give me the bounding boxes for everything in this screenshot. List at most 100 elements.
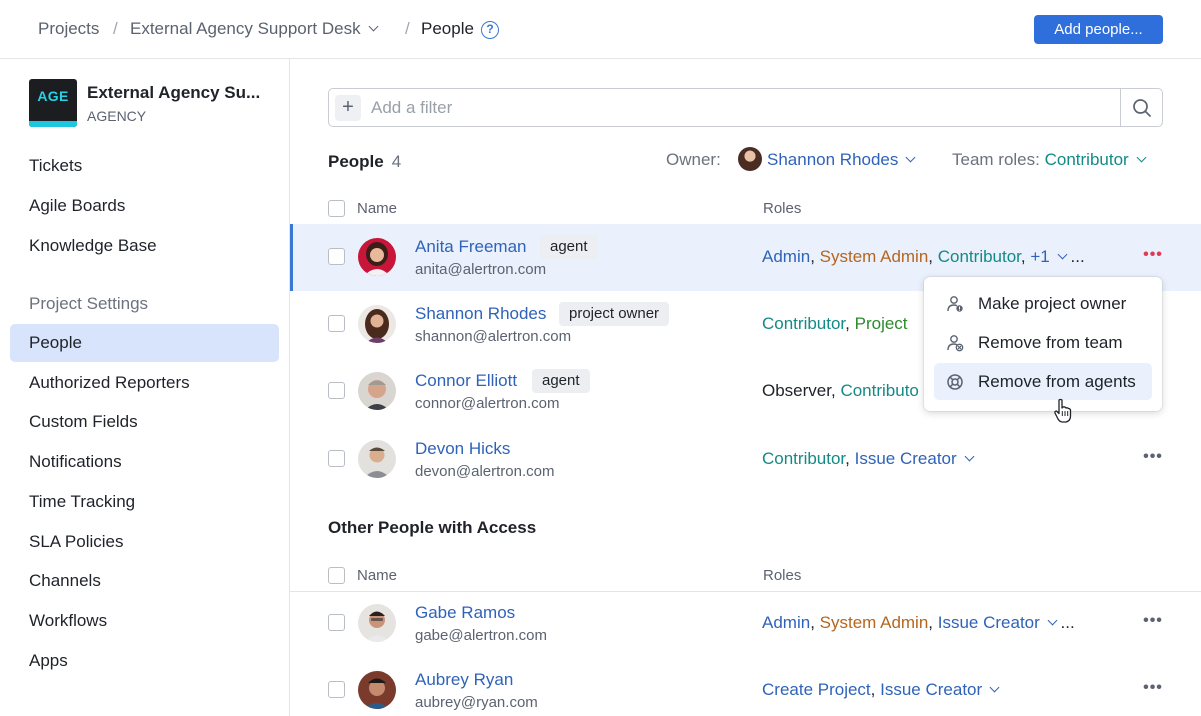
menu-item-make-project-owner[interactable]: Make project owner bbox=[934, 285, 1152, 322]
table-row[interactable]: Devon Hicks devon@alertron.com Contribut… bbox=[290, 426, 1201, 493]
avatar bbox=[358, 440, 396, 478]
search-button[interactable] bbox=[1120, 89, 1162, 126]
person-name-link[interactable]: Anita Freeman bbox=[415, 237, 527, 257]
menu-item-label: Remove from agents bbox=[978, 372, 1136, 391]
row-actions-menu: Make project owner Remove from team Remo… bbox=[924, 277, 1162, 411]
role-system-admin: System Admin bbox=[819, 247, 929, 266]
roles-dropdown[interactable]: Create Project, Issue Creator bbox=[762, 680, 1000, 700]
sidebar-item-custom-fields[interactable]: Custom Fields bbox=[10, 403, 279, 441]
add-filter-plus-icon[interactable]: + bbox=[335, 95, 361, 121]
people-section-title: People 4 bbox=[328, 152, 401, 172]
role-separator: , bbox=[810, 247, 820, 266]
sidebar-item-people[interactable]: People bbox=[10, 324, 279, 362]
row-checkbox[interactable] bbox=[328, 382, 345, 399]
roles-dropdown[interactable]: Observer, Contributo bbox=[762, 381, 919, 401]
chevron-down-icon bbox=[1136, 152, 1147, 163]
role-admin: Admin bbox=[762, 247, 811, 266]
row-menu-icon[interactable]: ••• bbox=[1142, 448, 1164, 470]
hand-cursor-icon bbox=[1054, 398, 1072, 423]
person-email: shannon@alertron.com bbox=[415, 328, 572, 345]
person-email: connor@alertron.com bbox=[415, 395, 560, 412]
project-name[interactable]: External Agency Su... bbox=[87, 83, 260, 103]
roles-dropdown[interactable]: Contributor, Project bbox=[762, 314, 908, 334]
person-email: devon@alertron.com bbox=[415, 463, 555, 480]
sidebar-item-workflows[interactable]: Workflows bbox=[10, 602, 279, 640]
avatar bbox=[738, 147, 762, 171]
roles-dropdown[interactable]: Admin, System Admin, Contributor, +1 ... bbox=[762, 247, 1085, 267]
roles-dropdown[interactable]: Admin, System Admin, Issue Creator ... bbox=[762, 613, 1075, 633]
role-admin: Admin bbox=[762, 613, 811, 632]
sidebar-item-time-tracking[interactable]: Time Tracking bbox=[10, 483, 279, 521]
role-more-count: +1 bbox=[1030, 247, 1050, 266]
avatar bbox=[358, 372, 396, 410]
row-checkbox[interactable] bbox=[328, 315, 345, 332]
role-separator: , bbox=[810, 613, 820, 632]
project-logo: AGE bbox=[29, 79, 77, 127]
user-owner-icon bbox=[947, 296, 963, 312]
sidebar-item-apps[interactable]: Apps bbox=[10, 642, 279, 680]
sidebar-item-authorized-reporters[interactable]: Authorized Reporters bbox=[10, 364, 279, 402]
person-name-link[interactable]: Connor Elliott bbox=[415, 371, 517, 391]
row-menu-icon[interactable]: ••• bbox=[1142, 246, 1164, 268]
top-bar: Projects / External Agency Support Desk … bbox=[0, 0, 1201, 59]
people-title: People bbox=[328, 152, 384, 171]
select-all-checkbox[interactable] bbox=[328, 200, 345, 217]
user-remove-icon bbox=[947, 335, 964, 352]
person-name-link[interactable]: Shannon Rhodes bbox=[415, 304, 546, 324]
role-contributor: Contributor bbox=[937, 247, 1021, 266]
role-system-admin: System Admin bbox=[819, 613, 929, 632]
filter-bar: + bbox=[328, 88, 1163, 127]
sidebar-item-knowledge-base[interactable]: Knowledge Base bbox=[10, 227, 279, 265]
search-icon bbox=[1133, 99, 1151, 117]
team-roles-dropdown[interactable]: Team roles: Contributor bbox=[952, 150, 1147, 170]
other-people-title: Other People with Access bbox=[328, 518, 537, 537]
filter-input[interactable] bbox=[371, 97, 1111, 119]
chevron-down-icon bbox=[1047, 615, 1058, 626]
help-icon[interactable]: ? bbox=[481, 21, 499, 39]
owner-dropdown[interactable]: Shannon Rhodes bbox=[767, 150, 916, 170]
role-separator: , bbox=[1020, 247, 1031, 266]
add-people-button[interactable]: Add people... bbox=[1034, 15, 1163, 44]
column-name: Name bbox=[357, 200, 398, 217]
person-name-link[interactable]: Aubrey Ryan bbox=[415, 670, 513, 690]
chevron-down-icon bbox=[989, 682, 1000, 693]
chevron-down-icon bbox=[1057, 249, 1068, 260]
row-menu-icon[interactable]: ••• bbox=[1142, 679, 1164, 701]
role-separator: , bbox=[870, 680, 881, 699]
sidebar-item-agile-boards[interactable]: Agile Boards bbox=[10, 187, 279, 225]
breadcrumb-project[interactable]: External Agency Support Desk bbox=[130, 19, 379, 39]
menu-item-label: Make project owner bbox=[978, 294, 1127, 313]
sidebar-item-sla-policies[interactable]: SLA Policies bbox=[10, 523, 279, 561]
avatar bbox=[358, 305, 396, 343]
breadcrumb-separator: / bbox=[113, 19, 118, 38]
select-all-checkbox[interactable] bbox=[328, 567, 345, 584]
role-separator: , bbox=[928, 613, 938, 632]
breadcrumb-projects[interactable]: Projects bbox=[38, 19, 99, 39]
avatar bbox=[358, 604, 396, 642]
row-menu-icon[interactable]: ••• bbox=[1142, 612, 1164, 634]
row-checkbox[interactable] bbox=[328, 248, 345, 265]
menu-item-remove-from-team[interactable]: Remove from team bbox=[934, 324, 1152, 361]
row-checkbox[interactable] bbox=[328, 450, 345, 467]
people-table-header: Name Roles bbox=[290, 191, 1201, 225]
table-row[interactable]: Gabe Ramos gabe@alertron.com Admin, Syst… bbox=[290, 590, 1201, 657]
sidebar-item-channels[interactable]: Channels bbox=[10, 562, 279, 600]
sidebar-item-notifications[interactable]: Notifications bbox=[10, 443, 279, 481]
role-contributor: Contributo bbox=[840, 381, 919, 400]
roles-dropdown[interactable]: Contributor, Issue Creator bbox=[762, 449, 975, 469]
role-contributor: Contributor bbox=[762, 314, 846, 333]
logo-text: AGE bbox=[37, 88, 69, 104]
row-checkbox[interactable] bbox=[328, 614, 345, 631]
person-name-link[interactable]: Gabe Ramos bbox=[415, 603, 515, 623]
table-row[interactable]: Aubrey Ryan aubrey@ryan.com Create Proje… bbox=[290, 657, 1201, 716]
row-checkbox[interactable] bbox=[328, 681, 345, 698]
menu-item-remove-from-agents[interactable]: Remove from agents bbox=[934, 363, 1152, 400]
other-table-header: Name Roles bbox=[290, 558, 1201, 592]
role-issue-creator: Issue Creator bbox=[880, 680, 983, 699]
chevron-down-icon bbox=[964, 451, 975, 462]
roles-ellipsis: ... bbox=[1060, 613, 1075, 632]
person-name-link[interactable]: Devon Hicks bbox=[415, 439, 510, 459]
chevron-down-icon bbox=[905, 152, 916, 163]
role-create-project: Create Project bbox=[762, 680, 871, 699]
sidebar-item-tickets[interactable]: Tickets bbox=[10, 147, 279, 185]
